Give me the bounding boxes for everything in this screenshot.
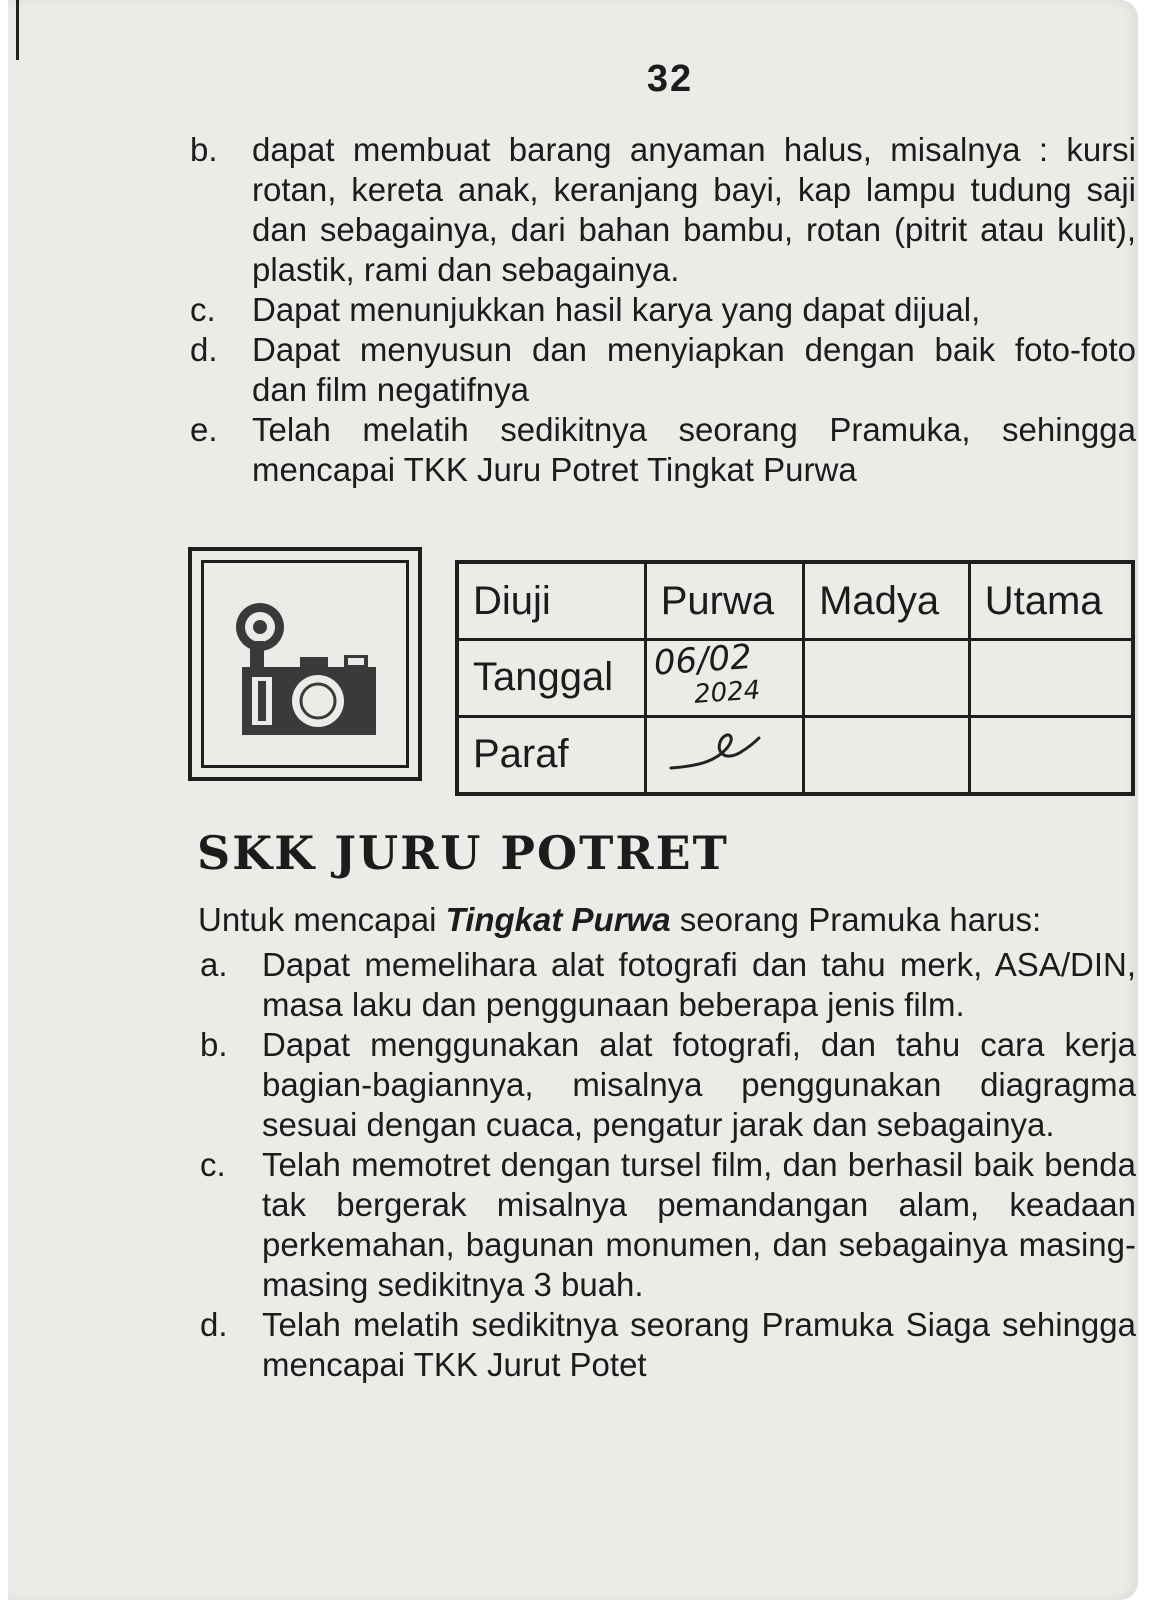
table-header-row: Diuji Purwa Madya Utama	[455, 560, 1135, 642]
item-text: Dapat menunjukkan hasil karya yang dapat…	[252, 291, 981, 328]
exam-table: Diuji Purwa Madya Utama Tanggal 06/02 20…	[455, 560, 1135, 796]
intro-text: Untuk mencapai Tingkat Purwa seorang Pra…	[198, 900, 1041, 940]
requirements-list-previous: b. dapat membuat barang anyaman halus, m…	[190, 130, 1136, 490]
row-label: Paraf	[455, 714, 647, 796]
header-utama: Utama	[967, 560, 1135, 642]
item-text: Telah memotret dengan tursel film, dan b…	[262, 1146, 1136, 1303]
header-purwa: Purwa	[643, 560, 806, 642]
list-item: c. Dapat menunjukkan hasil karya yang da…	[190, 290, 1136, 330]
list-item: b. Dapat menggunakan alat fotografi, dan…	[200, 1025, 1136, 1145]
handwritten-date: 06/02 2024	[652, 637, 761, 715]
list-item: e. Telah melatih sedikitnya seorang Pram…	[190, 410, 1136, 490]
row-label: Tanggal	[455, 638, 647, 718]
binding-line	[16, 0, 19, 60]
item-text: Dapat memelihara alat fotografi dan tahu…	[262, 946, 1136, 1023]
item-letter: c.	[200, 1146, 226, 1183]
table-row-tanggal: Tanggal 06/02 2024	[455, 637, 1135, 718]
paraf-purwa-cell	[643, 714, 806, 796]
header-diuji: Diuji	[455, 560, 647, 642]
tanggal-utama-cell	[967, 638, 1135, 718]
item-text: Dapat menggunakan alat fotografi, dan ta…	[262, 1026, 1136, 1143]
intro-emphasis: Tingkat Purwa	[445, 901, 671, 938]
camera-icon	[236, 603, 376, 735]
item-letter: c.	[190, 291, 216, 328]
section-title: SKK JURU POTRET	[197, 826, 729, 880]
list-item: d. Telah melatih sedikitnya seorang Pram…	[200, 1305, 1136, 1385]
tanggal-madya-cell	[802, 638, 971, 718]
signature-mark	[669, 733, 761, 770]
item-text: dapat membuat barang anyaman halus, misa…	[252, 131, 1136, 288]
list-item: a. Dapat memelihara alat fotografi dan t…	[200, 945, 1136, 1025]
table-row-paraf: Paraf	[455, 714, 1135, 796]
header-madya: Madya	[802, 560, 971, 642]
page-number: 32	[646, 58, 694, 100]
item-text: Telah melatih sedikitnya seorang Pramuka…	[262, 1306, 1136, 1383]
item-letter: d.	[190, 331, 218, 368]
paraf-madya-cell	[802, 714, 971, 796]
list-item: b. dapat membuat barang anyaman halus, m…	[190, 130, 1136, 290]
tkk-badge	[188, 547, 422, 781]
item-letter: d.	[200, 1306, 228, 1343]
item-text: Telah melatih sedikitnya seorang Pramuka…	[252, 411, 1136, 488]
list-item: d. Dapat menyusun dan menyiapkan dengan …	[190, 330, 1136, 410]
intro-after: seorang Pramuka harus:	[679, 901, 1042, 938]
tanggal-purwa-cell: 06/02 2024	[643, 637, 806, 718]
paraf-utama-cell	[967, 714, 1135, 796]
item-letter: b.	[200, 1026, 228, 1063]
requirements-list-purwa: a. Dapat memelihara alat fotografi dan t…	[200, 945, 1136, 1385]
item-letter: b.	[190, 131, 218, 168]
intro-before: Untuk mencapai	[198, 901, 437, 938]
item-letter: a.	[200, 946, 228, 983]
list-item: c. Telah memotret dengan tursel film, da…	[200, 1145, 1136, 1305]
item-text: Dapat menyusun dan menyiapkan dengan bai…	[252, 331, 1136, 408]
item-letter: e.	[190, 411, 218, 448]
